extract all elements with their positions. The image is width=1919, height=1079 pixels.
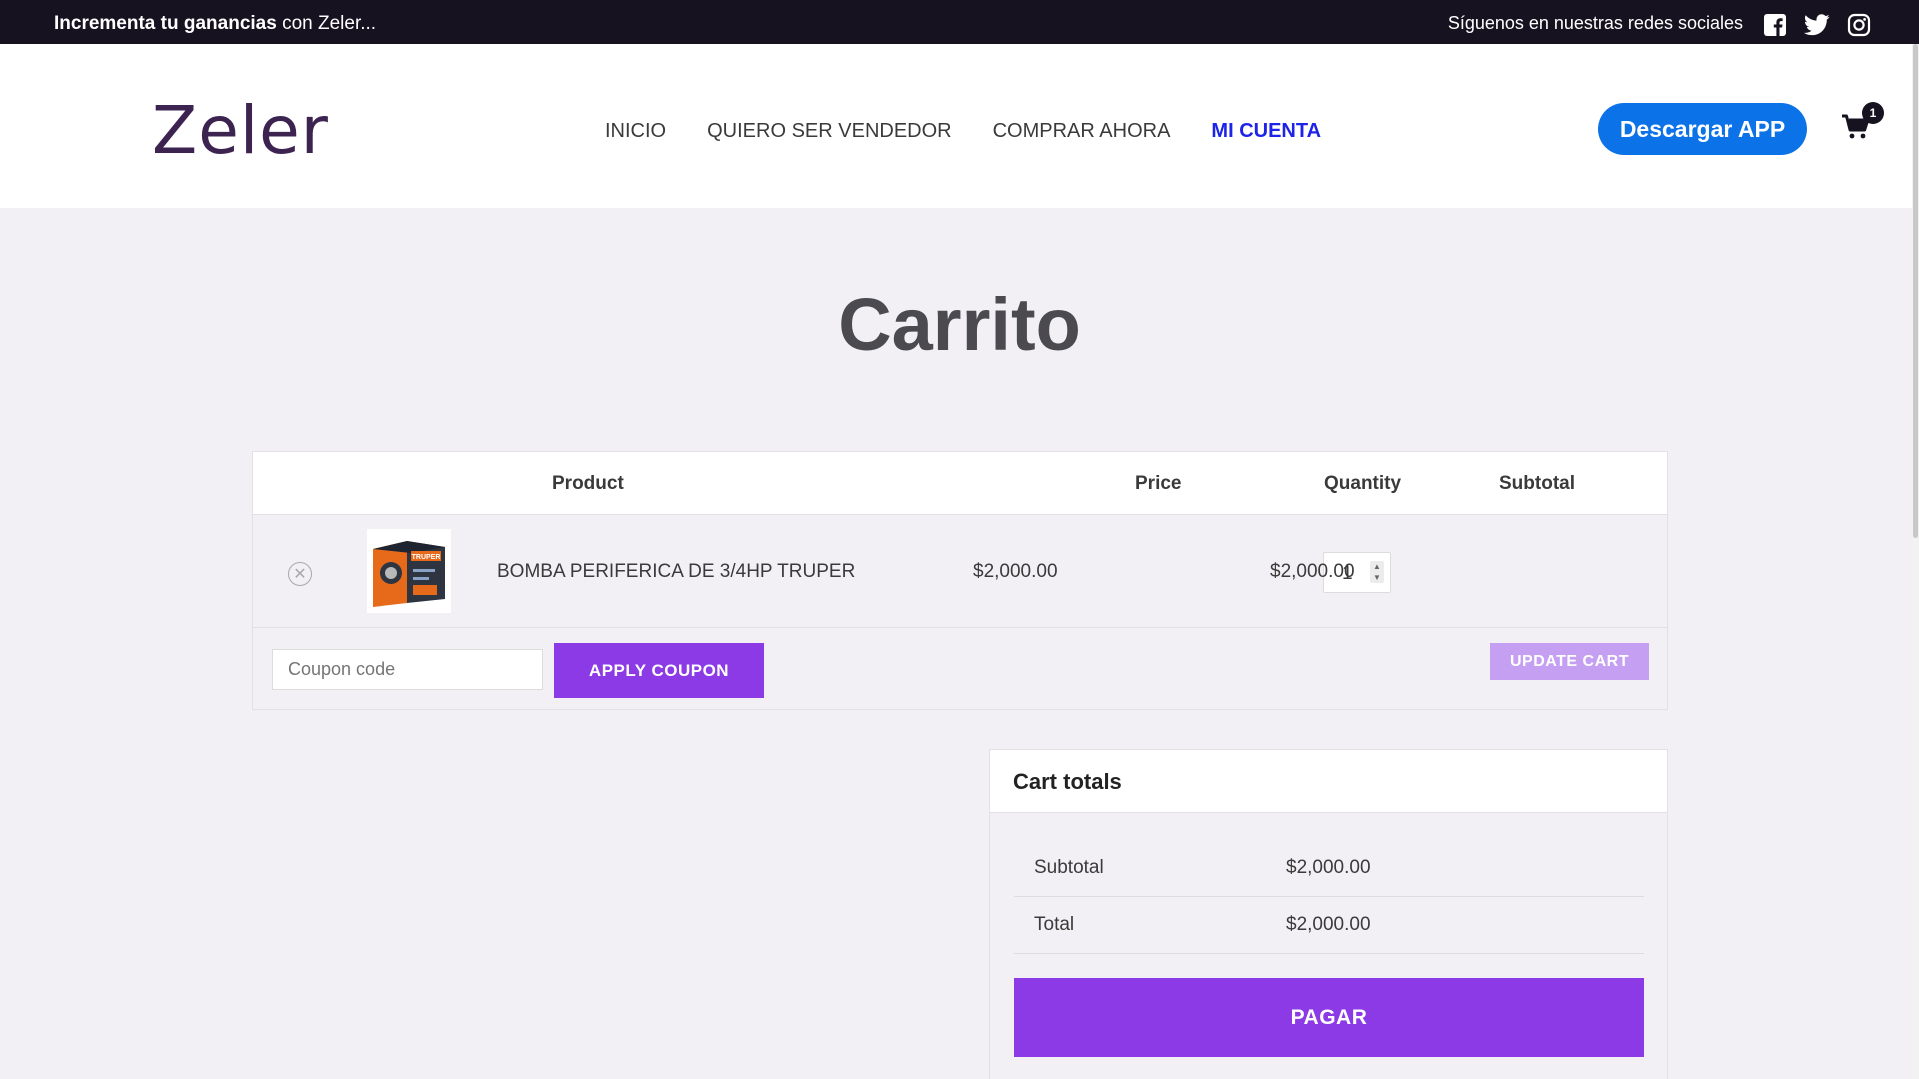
subtotal-column-header: Subtotal xyxy=(1499,473,1575,494)
social-text: Síguenos en nuestras redes sociales xyxy=(1447,13,1743,33)
cart-table-header: Product Price Quantity Subtotal xyxy=(253,452,1667,515)
twitter-icon[interactable] xyxy=(1803,12,1831,38)
zeler-logo[interactable]: Zeler xyxy=(152,98,329,164)
cart-count-badge: 1 xyxy=(1862,102,1884,124)
totals-total-value: $2,000.00 xyxy=(1286,914,1371,935)
coupon-code-input[interactable] xyxy=(272,649,543,690)
main-nav: INICIO QUIERO SER VENDEDOR COMPRAR AHORA… xyxy=(605,120,1321,143)
promo-rest: con Zeler... xyxy=(276,13,377,34)
price-column-header: Price xyxy=(1135,473,1182,494)
cart-totals-title: Cart totals xyxy=(1013,769,1122,794)
nav-mi-cuenta[interactable]: MI CUENTA xyxy=(1211,120,1321,143)
promo-bold: Incrementa tu ganancias xyxy=(54,13,277,34)
totals-total-row: Total $2,000.00 xyxy=(1014,897,1644,954)
product-subtotal: $2,000.00 xyxy=(1270,561,1355,582)
cart-item-row: ✕ TRUPER BOMBA PERIFERICA DE 3/4HP TRUPE… xyxy=(253,515,1667,628)
cart-actions: APPLY COUPON UPDATE CART xyxy=(253,629,1667,709)
update-cart-button[interactable]: UPDATE CART xyxy=(1490,643,1649,680)
product-price: $2,000.00 xyxy=(973,561,1058,582)
cart-totals-header: Cart totals xyxy=(990,750,1667,813)
product-image-brand: TRUPER xyxy=(412,554,441,561)
quantity-column-header: Quantity xyxy=(1324,473,1402,494)
product-column-header: Product xyxy=(552,473,624,494)
facebook-icon[interactable] xyxy=(1761,12,1789,38)
totals-subtotal-value: $2,000.00 xyxy=(1286,857,1371,878)
remove-item-icon[interactable]: ✕ xyxy=(288,562,312,586)
totals-total-label: Total xyxy=(1034,914,1075,935)
instagram-icon[interactable] xyxy=(1845,12,1873,38)
site-header: Zeler INICIO QUIERO SER VENDEDOR COMPRAR… xyxy=(0,44,1919,208)
cart-totals-panel: Cart totals Subtotal $2,000.00 Total $2,… xyxy=(989,749,1668,1079)
nav-inicio[interactable]: INICIO xyxy=(605,120,666,143)
nav-quiero-ser-vendedor[interactable]: QUIERO SER VENDEDOR xyxy=(707,120,951,143)
product-name-link[interactable]: BOMBA PERIFERICA DE 3/4HP TRUPER xyxy=(497,561,855,583)
top-bar: Incrementa tu ganancias con Zeler... Síg… xyxy=(0,0,1919,44)
social-icons xyxy=(1761,12,1873,38)
totals-subtotal-row: Subtotal $2,000.00 xyxy=(1014,840,1644,897)
cart-table: Product Price Quantity Subtotal ✕ TRUPER… xyxy=(252,451,1668,710)
download-app-button[interactable]: Descargar APP xyxy=(1598,103,1807,155)
promo-text: Incrementa tu ganancias con Zeler... xyxy=(54,13,376,35)
totals-subtotal-label: Subtotal xyxy=(1034,857,1104,878)
page-title: Carrito xyxy=(838,283,1081,366)
apply-coupon-button[interactable]: APPLY COUPON xyxy=(554,643,764,698)
nav-comprar-ahora[interactable]: COMPRAR AHORA xyxy=(993,120,1171,143)
product-thumbnail[interactable]: TRUPER xyxy=(367,529,451,613)
page-scrollbar[interactable] xyxy=(1912,44,1919,1079)
pay-button[interactable]: PAGAR xyxy=(1014,978,1644,1057)
quantity-stepper[interactable]: ▲ ▼ xyxy=(1370,561,1384,583)
